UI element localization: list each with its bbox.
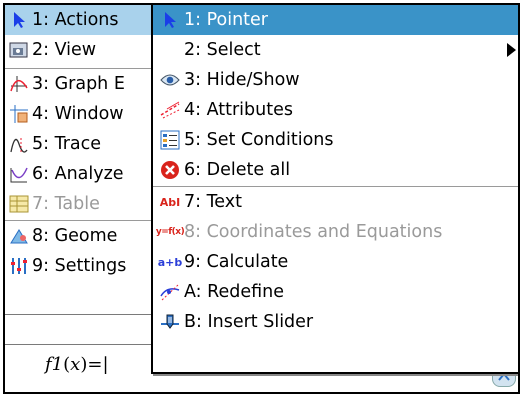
menu-item-label: 6: Analyze [32, 164, 124, 184]
trace-icon [9, 134, 29, 154]
submenu-item-label: 7: Text [184, 192, 242, 212]
text-icon: AbI [159, 195, 181, 209]
actions-submenu: 1: Pointer 2: Select 3: Hide/Show 4: Att… [151, 5, 518, 374]
submenu-item-label: 2: Select [184, 40, 261, 60]
submenu-item-text[interactable]: AbI 7: Text [153, 187, 518, 217]
submenu-item-label: 5: Set Conditions [184, 130, 334, 150]
analyze-icon [9, 164, 29, 184]
equals-sign: = [87, 354, 103, 375]
eye-icon [159, 69, 181, 91]
function-name: f1 [45, 354, 64, 375]
submenu-item-attributes[interactable]: 4: Attributes [153, 95, 518, 125]
submenu-item-calculate[interactable]: a+b 9: Calculate [153, 247, 518, 277]
submenu-item-label: B: Insert Slider [184, 312, 314, 332]
menu-item-window[interactable]: 4: Window [5, 99, 157, 129]
view-icon [9, 40, 29, 60]
submenu-item-label: 4: Attributes [184, 100, 293, 120]
menu-item-label: 3: Graph E [32, 74, 125, 94]
menu-item-actions[interactable]: 1: Actions [5, 5, 157, 35]
calculate-icon: a+b [157, 255, 183, 269]
submenu-item-label: 9: Calculate [184, 252, 289, 272]
menu-item-label: 1: Actions [32, 10, 119, 30]
menu-item-label: 5: Trace [32, 134, 102, 154]
slider-icon [159, 311, 181, 333]
conditions-icon [159, 129, 181, 151]
window-zoom-icon [9, 104, 29, 124]
attributes-icon [159, 99, 181, 121]
submenu-item-label: 3: Hide/Show [184, 70, 300, 90]
graph-entry-icon [9, 74, 29, 94]
submenu-item-coordinates[interactable]: y=f(x) 8: Coordinates and Equations [153, 217, 518, 247]
redefine-icon [159, 281, 181, 303]
menu-item-view[interactable]: 2: View [5, 35, 157, 65]
pointer-icon [159, 9, 181, 31]
table-icon [9, 194, 29, 214]
menu-item-label: 4: Window [32, 104, 124, 124]
menu-item-graph-entry[interactable]: 3: Graph E [5, 69, 157, 99]
menu-item-label: 9: Settings [32, 256, 127, 276]
menu-item-trace[interactable]: 5: Trace [5, 129, 157, 159]
app-window: 1: Actions 2: View 3: Graph E 4: Window [3, 3, 520, 394]
submenu-item-insert-slider[interactable]: B: Insert Slider [153, 307, 518, 337]
function-entry-line[interactable]: f1(x)=| [45, 354, 109, 375]
submenu-arrow-icon [507, 43, 516, 57]
menu-item-label: 8: Geome [32, 226, 118, 246]
menu-item-analyze[interactable]: 6: Analyze [5, 159, 157, 189]
submenu-item-pointer[interactable]: 1: Pointer [153, 5, 518, 35]
submenu-item-hide-show[interactable]: 3: Hide/Show [153, 65, 518, 95]
submenu-item-redefine[interactable]: A: Redefine [153, 277, 518, 307]
menu-item-label: 7: Table [32, 194, 100, 214]
main-menu: 1: Actions 2: View 3: Graph E 4: Window [5, 5, 157, 314]
function-variable: x [70, 354, 81, 375]
text-cursor: | [102, 354, 109, 375]
submenu-item-delete-all[interactable]: 6: Delete all [153, 155, 518, 185]
submenu-item-label: 1: Pointer [184, 10, 269, 30]
submenu-item-label: 6: Delete all [184, 160, 291, 180]
coordinates-icon: y=f(x) [155, 227, 185, 237]
menu-item-table[interactable]: 7: Table [5, 189, 157, 219]
submenu-item-set-conditions[interactable]: 5: Set Conditions [153, 125, 518, 155]
submenu-item-label: A: Redefine [184, 282, 285, 302]
settings-icon [9, 256, 29, 276]
menu-item-label: 2: View [32, 40, 97, 60]
submenu-item-select[interactable]: 2: Select [153, 35, 518, 65]
menu-item-geometry[interactable]: 8: Geome [5, 221, 157, 251]
geometry-icon [9, 226, 29, 246]
delete-icon [159, 159, 181, 181]
pointer-icon [9, 10, 29, 30]
menu-item-settings[interactable]: 9: Settings [5, 251, 157, 281]
submenu-item-label: 8: Coordinates and Equations [184, 222, 443, 242]
